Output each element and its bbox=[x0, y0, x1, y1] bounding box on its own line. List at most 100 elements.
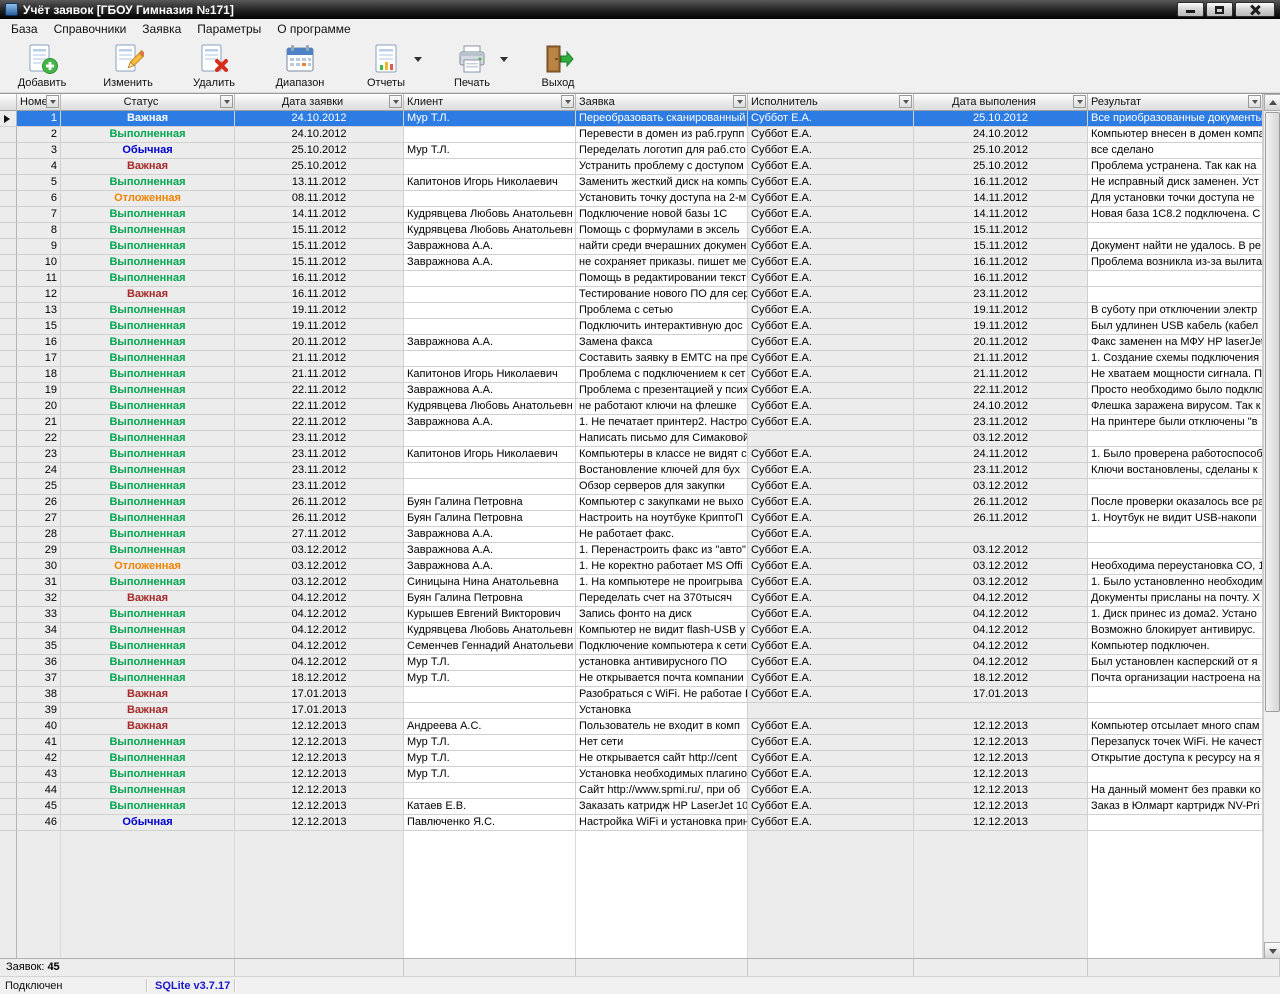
table-row[interactable]: 4 Важная 25.10.2012 Устранить проблему с до… bbox=[0, 159, 1280, 175]
toolbar-range-button[interactable]: Диапазон bbox=[264, 41, 336, 89]
menu-item-request[interactable]: Заявка bbox=[134, 20, 189, 38]
maximize-button[interactable] bbox=[1206, 2, 1233, 17]
toolbar-exit-button[interactable]: Выход bbox=[522, 41, 594, 89]
toolbar-print-dropdown-arrow[interactable] bbox=[500, 57, 508, 62]
table-row[interactable]: 46 Обычная 12.12.2013 Павлюченко Я.С. Настро… bbox=[0, 815, 1280, 831]
table-row[interactable]: 43 Выполненная 12.12.2013 Мур Т.Л. Установка… bbox=[0, 767, 1280, 783]
column-header-request[interactable]: Заявка bbox=[576, 94, 748, 111]
row-selector bbox=[0, 463, 17, 479]
table-row[interactable]: 11 Выполненная 16.11.2012 Помощь в редактир… bbox=[0, 271, 1280, 287]
filter-button-request[interactable] bbox=[733, 95, 746, 108]
table-row[interactable]: 13 Выполненная 19.11.2012 Проблема с сетью С… bbox=[0, 303, 1280, 319]
table-row[interactable]: 22 Выполненная 23.11.2012 Написать письмо д… bbox=[0, 431, 1280, 447]
table-row[interactable]: 27 Выполненная 26.11.2012 Буян Галина Петро… bbox=[0, 511, 1280, 527]
table-row[interactable]: 44 Выполненная 12.12.2013 Сайт http://www.s… bbox=[0, 783, 1280, 799]
filter-button-number[interactable] bbox=[46, 95, 59, 108]
minimize-button[interactable] bbox=[1177, 2, 1204, 17]
cell-completion-date: 24.10.2012 bbox=[914, 127, 1088, 143]
table-row[interactable]: 23 Выполненная 23.11.2012 Капитонов Игорь Н… bbox=[0, 447, 1280, 463]
column-header-client[interactable]: Клиент bbox=[404, 94, 576, 111]
table-row[interactable]: 37 Выполненная 18.12.2012 Мур Т.Л. Не открыв… bbox=[0, 671, 1280, 687]
filter-button-completion-date[interactable] bbox=[1073, 95, 1086, 108]
table-row[interactable]: 38 Важная 17.01.2013 Разобраться с WiFi. Не… bbox=[0, 687, 1280, 703]
column-header-executor[interactable]: Исполнитель bbox=[748, 94, 914, 111]
table-row[interactable]: 31 Выполненная 03.12.2012 Синицына Нина Ана… bbox=[0, 575, 1280, 591]
table-row[interactable]: 45 Выполненная 12.12.2013 Катаев Е.В. Заказа… bbox=[0, 799, 1280, 815]
table-row[interactable]: 41 Выполненная 12.12.2013 Мур Т.Л. Нет сети С… bbox=[0, 735, 1280, 751]
table-row[interactable]: 10 Выполненная 15.11.2012 Завражнова А.А. не… bbox=[0, 255, 1280, 271]
close-button[interactable] bbox=[1235, 2, 1275, 17]
table-row[interactable]: 1 Важная 24.10.2012 Мур Т.Л. Переобразовать … bbox=[0, 111, 1280, 127]
menu-item-parameters[interactable]: Параметры bbox=[189, 20, 269, 38]
table-row[interactable]: 8 Выполненная 15.11.2012 Кудрявцева Любовь … bbox=[0, 223, 1280, 239]
column-header-status[interactable]: Статус bbox=[61, 94, 235, 111]
table-row[interactable]: 12 Важная 16.11.2012 Тестирование нового ПО… bbox=[0, 287, 1280, 303]
table-row[interactable]: 6 Отложенная 08.11.2012 Установить точку до… bbox=[0, 191, 1280, 207]
scroll-thumb[interactable] bbox=[1265, 112, 1280, 712]
cell-result: Был удлинен USB кабель (кабел bbox=[1088, 319, 1263, 335]
table-row[interactable]: 9 Выполненная 15.11.2012 Завражнова А.А. най… bbox=[0, 239, 1280, 255]
table-row[interactable]: 18 Выполненная 21.11.2012 Капитонов Игорь Н… bbox=[0, 367, 1280, 383]
cell-request-date: 17.01.2013 bbox=[235, 703, 404, 719]
table-row[interactable]: 30 Отложенная 03.12.2012 Завражнова А.А. 1. … bbox=[0, 559, 1280, 575]
filter-button-result[interactable] bbox=[1248, 95, 1261, 108]
filter-button-request-date[interactable] bbox=[389, 95, 402, 108]
table-row[interactable]: 28 Выполненная 27.11.2012 Завражнова А.А. Не… bbox=[0, 527, 1280, 543]
table-row[interactable]: 5 Выполненная 13.11.2012 Капитонов Игорь Ни… bbox=[0, 175, 1280, 191]
vertical-scrollbar[interactable] bbox=[1263, 94, 1280, 959]
scroll-up-button[interactable] bbox=[1264, 94, 1280, 111]
cell-result: все сделано bbox=[1088, 143, 1263, 159]
cell-client: Капитонов Игорь Николаевич bbox=[404, 367, 576, 383]
table-row[interactable]: 17 Выполненная 21.11.2012 Составить заявку … bbox=[0, 351, 1280, 367]
table-row[interactable]: 25 Выполненная 23.11.2012 Обзор серверов дл… bbox=[0, 479, 1280, 495]
toolbar-add-button[interactable]: Добавить bbox=[6, 41, 78, 89]
table-row[interactable]: 16 Выполненная 20.11.2012 Завражнова А.А. За… bbox=[0, 335, 1280, 351]
cell-request-date: 23.11.2012 bbox=[235, 479, 404, 495]
column-header-result[interactable]: Результат bbox=[1088, 94, 1263, 111]
menu-item-db[interactable]: База bbox=[3, 20, 46, 38]
column-header-completion-date[interactable]: Дата выполения bbox=[914, 94, 1088, 111]
cell-completion-date: 14.11.2012 bbox=[914, 191, 1088, 207]
column-header-request-date[interactable]: Дата заявки bbox=[235, 94, 404, 111]
table-row[interactable]: 39 Важная 17.01.2013 Установка bbox=[0, 703, 1280, 719]
toolbar-edit-button[interactable]: Изменить bbox=[92, 41, 164, 89]
table-row[interactable]: 42 Выполненная 12.12.2013 Мур Т.Л. Не открыв… bbox=[0, 751, 1280, 767]
cell-number: 42 bbox=[17, 751, 61, 767]
table-row[interactable]: 32 Важная 04.12.2012 Буян Галина Петровна Пе… bbox=[0, 591, 1280, 607]
filter-button-executor[interactable] bbox=[899, 95, 912, 108]
column-header-number[interactable]: Номер bbox=[17, 94, 61, 111]
cell-status: Выполненная bbox=[61, 575, 235, 591]
cell-request: 1. Не коректно работает MS Offi bbox=[576, 559, 748, 575]
filter-button-status[interactable] bbox=[220, 95, 233, 108]
table-row[interactable]: 34 Выполненная 04.12.2012 Кудрявцева Любовь… bbox=[0, 623, 1280, 639]
cell-client: Мур Т.Л. bbox=[404, 671, 576, 687]
cell-result: Документы присланы на почту. Х bbox=[1088, 591, 1263, 607]
table-row[interactable]: 24 Выполненная 23.11.2012 Востановление клю… bbox=[0, 463, 1280, 479]
cell-request: Составить заявку в ЕМТС на пре bbox=[576, 351, 748, 367]
toolbar-print-button[interactable]: Печать bbox=[436, 41, 508, 89]
cell-executor: Суббот Е.А. bbox=[748, 223, 914, 239]
table-row[interactable]: 36 Выполненная 04.12.2012 Мур Т.Л. установка… bbox=[0, 655, 1280, 671]
toolbar-reports-dropdown-arrow[interactable] bbox=[414, 57, 422, 62]
table-row[interactable]: 7 Выполненная 14.11.2012 Кудрявцева Любовь … bbox=[0, 207, 1280, 223]
toolbar-delete-button[interactable]: Удалить bbox=[178, 41, 250, 89]
table-row[interactable]: 20 Выполненная 22.11.2012 Кудрявцева Любовь… bbox=[0, 399, 1280, 415]
toolbar-reports-button[interactable]: Отчеты bbox=[350, 41, 422, 89]
table-row[interactable]: 19 Выполненная 22.11.2012 Завражнова А.А. Пр… bbox=[0, 383, 1280, 399]
table-row[interactable]: 3 Обычная 25.10.2012 Мур Т.Л. Переделать лог… bbox=[0, 143, 1280, 159]
table-row[interactable]: 26 Выполненная 26.11.2012 Буян Галина Петро… bbox=[0, 495, 1280, 511]
table-row[interactable]: 35 Выполненная 04.12.2012 Семенчев Геннадий… bbox=[0, 639, 1280, 655]
cell-number: 12 bbox=[17, 287, 61, 303]
table-row[interactable]: 2 Выполненная 24.10.2012 Перевести в домен … bbox=[0, 127, 1280, 143]
filter-button-client[interactable] bbox=[561, 95, 574, 108]
scroll-down-button[interactable] bbox=[1264, 942, 1280, 959]
menu-item-about[interactable]: О программе bbox=[269, 20, 358, 38]
table-row[interactable]: 33 Выполненная 04.12.2012 Курышев Евгений В… bbox=[0, 607, 1280, 623]
table-row[interactable]: 29 Выполненная 03.12.2012 Завражнова А.А. 1.… bbox=[0, 543, 1280, 559]
cell-completion-date: 21.11.2012 bbox=[914, 351, 1088, 367]
table-row[interactable]: 15 Выполненная 19.11.2012 Подключить интера… bbox=[0, 319, 1280, 335]
menu-item-references[interactable]: Справочники bbox=[46, 20, 135, 38]
cell-client: Андреева А.С. bbox=[404, 719, 576, 735]
table-row[interactable]: 21 Выполненная 22.11.2012 Завражнова А.А. 1.… bbox=[0, 415, 1280, 431]
table-row[interactable]: 40 Важная 12.12.2013 Андреева А.С. Пользоват… bbox=[0, 719, 1280, 735]
